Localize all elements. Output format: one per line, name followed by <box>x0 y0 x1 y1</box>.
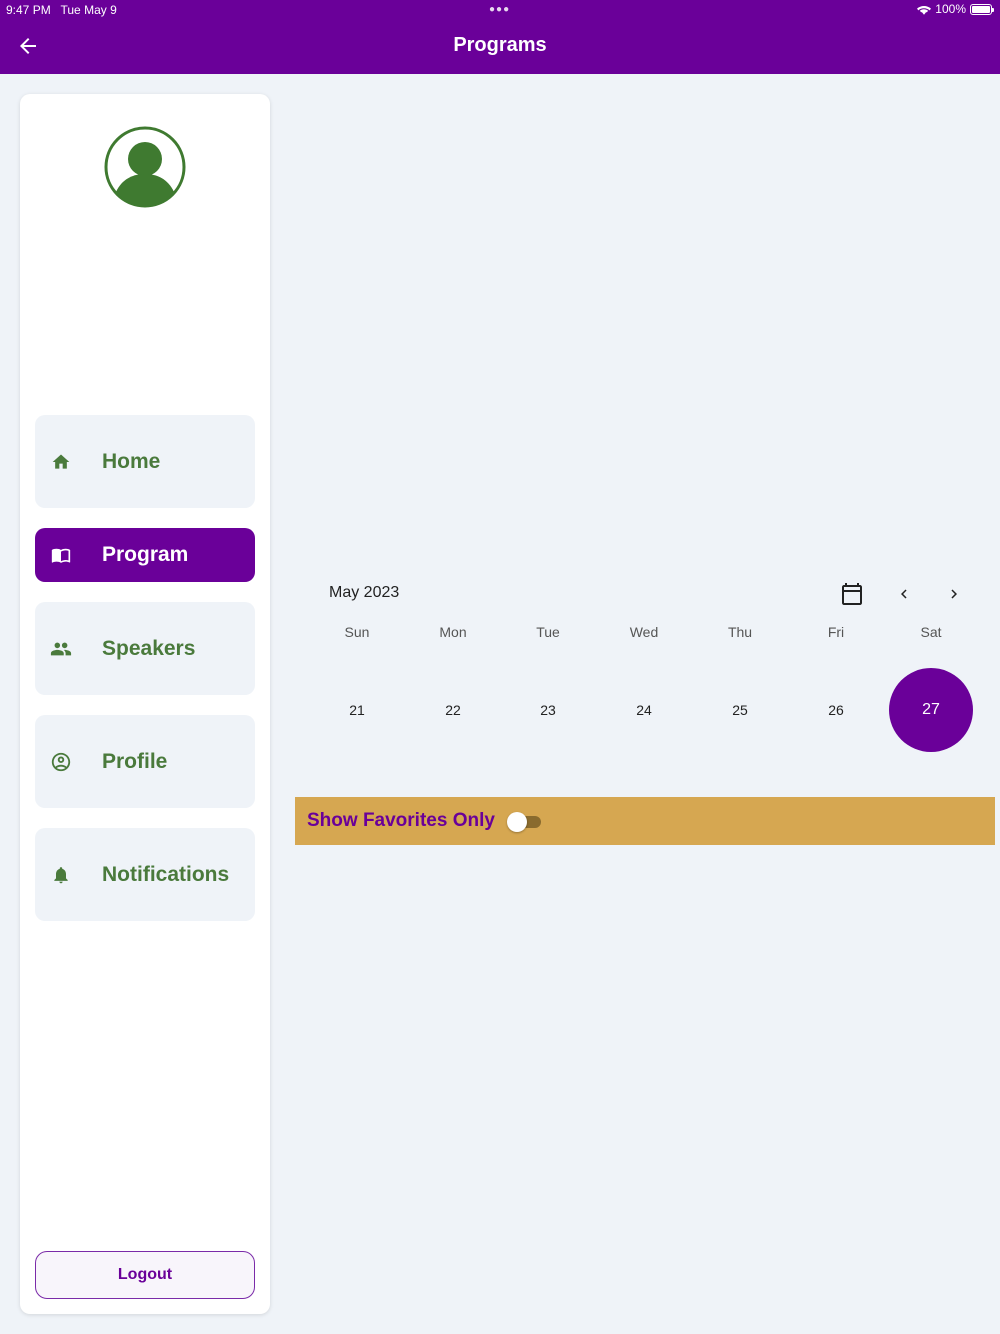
sidebar-item-label: Home <box>102 449 161 473</box>
previous-week-button[interactable] <box>892 582 916 606</box>
multitask-dots-icon[interactable]: ●●● <box>489 4 510 15</box>
calendar-day[interactable]: 23 <box>506 668 590 752</box>
calendar-day[interactable]: 24 <box>602 668 686 752</box>
chevron-right-icon <box>951 589 957 599</box>
weekday-label: Wed <box>629 624 659 640</box>
sidebar-item-label: Speakers <box>102 636 196 660</box>
toggle-thumb <box>506 812 527 832</box>
calendar-day[interactable]: 25 <box>698 668 782 752</box>
status-bar: 9:47 PM Tue May 9 ●●● 100% <box>0 0 1000 20</box>
sidebar-item-label: Notifications <box>102 862 230 886</box>
sidebar-item-notifications[interactable]: Notifications <box>35 828 255 921</box>
favorites-label: Show Favorites Only <box>307 810 495 831</box>
sidebar-item-program[interactable]: Program <box>35 528 255 582</box>
calendar-month-label: May 2023 <box>329 584 400 601</box>
page-title: Programs <box>453 34 547 56</box>
battery-percent: 100% <box>935 2 966 16</box>
weekday-label: Sun <box>344 624 370 640</box>
bell-icon <box>50 864 72 886</box>
wifi-icon <box>917 5 932 15</box>
status-time: 9:47 PM Tue May 9 <box>6 3 117 17</box>
book-icon <box>50 544 72 566</box>
calendar-icon[interactable] <box>840 582 864 606</box>
weekday-label: Mon <box>439 624 467 640</box>
account-circle-icon <box>50 751 72 773</box>
sidebar-item-home[interactable]: Home <box>35 415 255 508</box>
sidebar-item-profile[interactable]: Profile <box>35 715 255 808</box>
weekday-label: Sat <box>920 624 942 640</box>
people-icon <box>50 638 72 660</box>
calendar-day[interactable]: 21 <box>315 668 399 752</box>
app-bar: Programs <box>0 20 1000 74</box>
next-week-button[interactable] <box>942 582 966 606</box>
calendar-day[interactable]: 22 <box>411 668 495 752</box>
favorites-toggle[interactable] <box>506 811 541 832</box>
weekday-label: Tue <box>536 624 560 640</box>
home-icon <box>50 451 72 473</box>
avatar[interactable] <box>104 126 186 208</box>
weekday-label: Thu <box>727 624 753 640</box>
chevron-left-icon <box>901 589 907 599</box>
weekday-label: Fri <box>827 624 845 640</box>
calendar-day-selected[interactable]: 27 <box>889 668 973 752</box>
logout-button[interactable]: Logout <box>35 1251 255 1299</box>
sidebar: Home Program Speakers Profile Notificati… <box>20 94 270 1314</box>
favorites-filter-bar: Show Favorites Only <box>295 797 995 845</box>
calendar-day[interactable]: 26 <box>794 668 878 752</box>
sidebar-item-label: Program <box>102 543 189 566</box>
sidebar-item-speakers[interactable]: Speakers <box>35 602 255 695</box>
sidebar-item-label: Profile <box>102 749 168 773</box>
battery-icon <box>970 3 994 15</box>
